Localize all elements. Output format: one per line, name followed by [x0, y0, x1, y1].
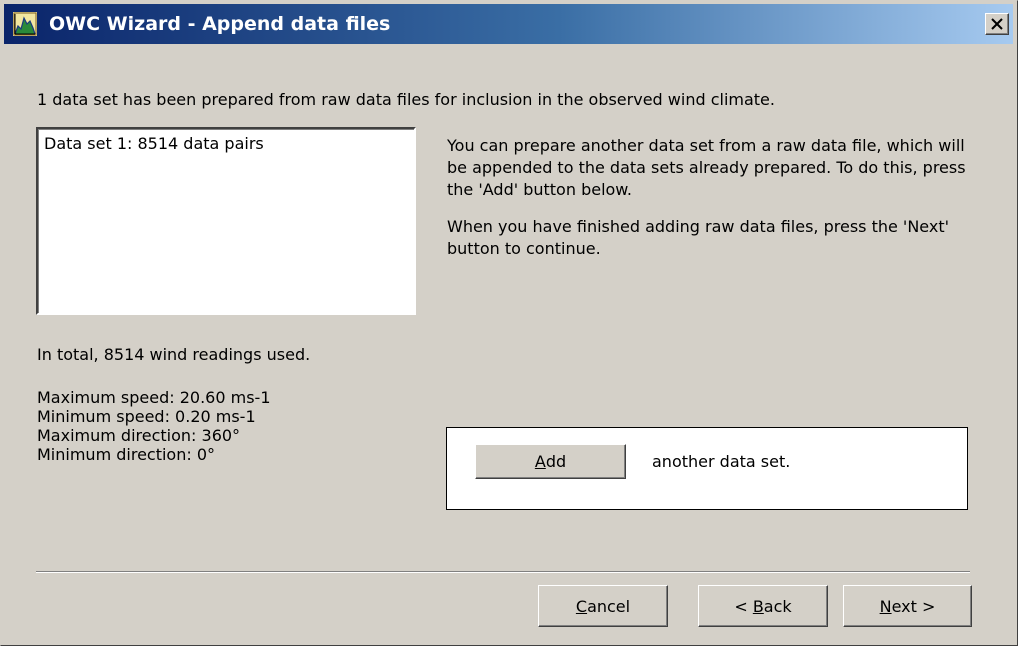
owc-chart-icon [13, 12, 37, 36]
next-button-label: ext > [891, 596, 936, 616]
cancel-button[interactable]: Cancel [538, 585, 668, 627]
add-panel-label: another data set. [652, 452, 791, 471]
back-button-label: ack [763, 596, 792, 616]
min-speed: Minimum speed: 0.20 ms-1 [37, 407, 256, 426]
speed-direction-stats: Maximum speed: 20.60 ms-1 Minimum speed:… [37, 388, 271, 464]
add-button[interactable]: Add [475, 444, 626, 479]
next-button-mnemonic: N [879, 596, 892, 616]
next-button[interactable]: Next > [843, 585, 972, 627]
min-direction: Minimum direction: 0° [37, 445, 216, 464]
wizard-window: OWC Wizard - Append data files 1 data se… [0, 0, 1018, 646]
add-button-label: dd [545, 452, 567, 471]
add-button-mnemonic: A [534, 452, 546, 471]
dataset-list[interactable]: Data set 1: 8514 data pairs [36, 127, 416, 315]
back-button-prefix: < [734, 596, 753, 616]
list-item[interactable]: Data set 1: 8514 data pairs [44, 134, 264, 153]
back-button[interactable]: < Back [698, 585, 828, 627]
close-icon [991, 18, 1003, 30]
divider [36, 571, 970, 573]
max-speed: Maximum speed: 20.60 ms-1 [37, 388, 271, 407]
intro-text: 1 data set has been prepared from raw da… [37, 90, 775, 109]
title-bar[interactable]: OWC Wizard - Append data files [4, 4, 1013, 44]
cancel-button-mnemonic: C [575, 596, 588, 616]
instructions-paragraph-add: You can prepare another data set from a … [447, 136, 966, 199]
add-panel: Add another data set. [446, 427, 968, 510]
close-button[interactable] [985, 13, 1009, 35]
window-title: OWC Wizard - Append data files [49, 13, 391, 35]
total-readings: In total, 8514 wind readings used. [37, 345, 311, 364]
max-direction: Maximum direction: 360° [37, 426, 241, 445]
back-button-mnemonic: B [752, 596, 764, 616]
instructions-paragraph-next: When you have finished adding raw data f… [447, 217, 949, 258]
instructions: You can prepare another data set from a … [447, 135, 967, 275]
cancel-button-label: ancel [587, 596, 631, 616]
